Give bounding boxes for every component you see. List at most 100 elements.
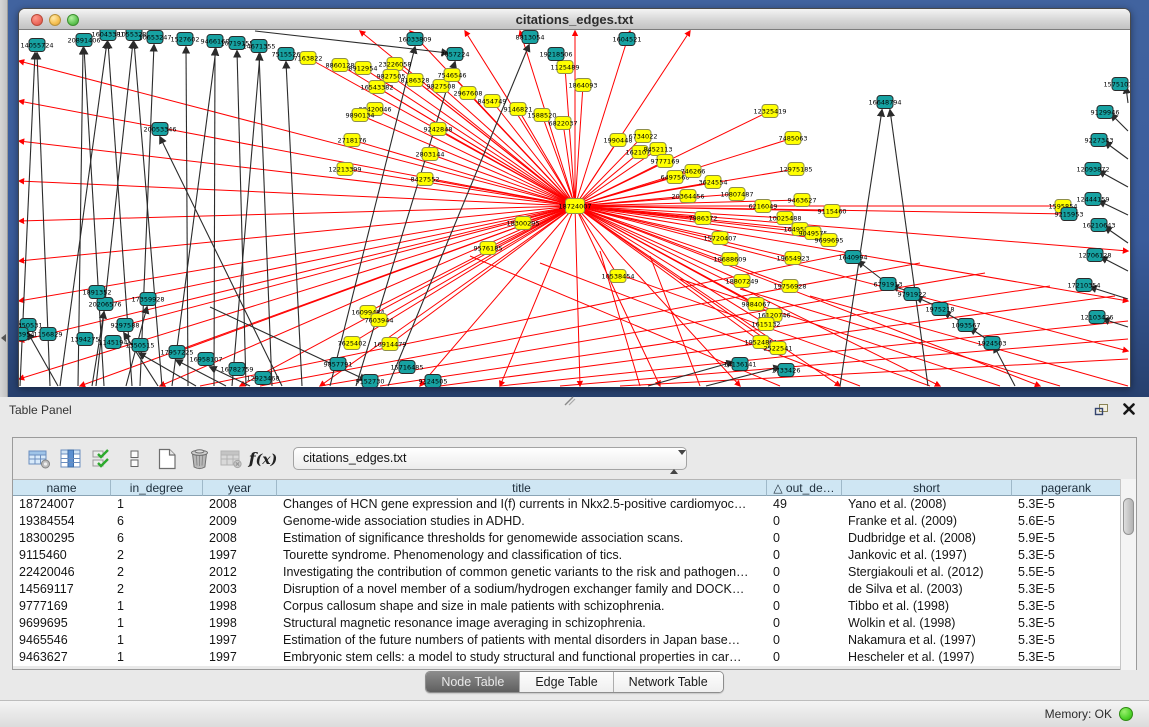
cell-out_de[interactable]: 0 bbox=[767, 564, 842, 581]
table-row[interactable]: 1456911722003Disruption of a novel membe… bbox=[13, 581, 1136, 598]
cell-title[interactable]: Investigating the contribution of common… bbox=[277, 564, 767, 581]
control-panel-collapsed-strip[interactable] bbox=[0, 0, 8, 397]
cell-short[interactable]: de Silva et al. (2003) bbox=[842, 581, 1012, 598]
scrollbar-thumb[interactable] bbox=[1123, 498, 1134, 535]
table-row[interactable]: 946554611997Estimation of the future num… bbox=[13, 632, 1136, 649]
cell-short[interactable]: Wolkin et al. (1998) bbox=[842, 615, 1012, 632]
cell-in_degree[interactable]: 1 bbox=[111, 615, 203, 632]
network-edge[interactable] bbox=[19, 141, 575, 206]
table-row[interactable]: 946362711997Embryonic stem cells: a mode… bbox=[13, 649, 1136, 666]
network-edge[interactable] bbox=[430, 154, 575, 206]
cell-name[interactable]: 9465546 bbox=[13, 632, 111, 649]
network-edge[interactable] bbox=[680, 279, 1000, 386]
table-mode-settings-button[interactable] bbox=[23, 444, 55, 474]
cell-pagerank[interactable]: 5.3E-5 bbox=[1012, 598, 1121, 615]
cell-name[interactable]: 19384554 bbox=[13, 513, 111, 530]
cell-name[interactable]: 9777169 bbox=[13, 598, 111, 615]
table-row[interactable]: 977716911998Corpus callosum shape and si… bbox=[13, 598, 1136, 615]
cell-title[interactable]: Genome-wide association studies in ADHD. bbox=[277, 513, 767, 530]
network-edge[interactable] bbox=[1105, 142, 1128, 159]
cell-in_degree[interactable]: 1 bbox=[111, 598, 203, 615]
tab-edge-table[interactable]: Edge Table bbox=[520, 672, 613, 692]
cell-out_de[interactable]: 0 bbox=[767, 530, 842, 547]
network-edge[interactable] bbox=[500, 321, 1128, 386]
cell-out_de[interactable]: 0 bbox=[767, 632, 842, 649]
cell-out_de[interactable]: 0 bbox=[767, 649, 842, 666]
cell-title[interactable]: Tourette syndrome. Phenomenology and cla… bbox=[277, 547, 767, 564]
network-edge[interactable] bbox=[391, 76, 575, 206]
network-edge[interactable] bbox=[105, 206, 575, 304]
network-edge[interactable] bbox=[232, 54, 260, 386]
cell-short[interactable]: Dudbridge et al. (2008) bbox=[842, 530, 1012, 547]
table-scrollbar[interactable] bbox=[1120, 479, 1136, 670]
cell-out_de[interactable]: 0 bbox=[767, 547, 842, 564]
cell-out_de[interactable]: 0 bbox=[767, 615, 842, 632]
function-builder-button[interactable]: f(x) bbox=[247, 444, 279, 474]
cell-in_degree[interactable]: 6 bbox=[111, 513, 203, 530]
network-edge[interactable] bbox=[575, 206, 793, 258]
network-edge[interactable] bbox=[575, 85, 583, 206]
cell-in_degree[interactable]: 6 bbox=[111, 530, 203, 547]
network-window-titlebar[interactable]: citations_edges.txt bbox=[19, 9, 1130, 30]
cell-year[interactable]: 2009 bbox=[203, 513, 277, 530]
cell-in_degree[interactable]: 2 bbox=[111, 564, 203, 581]
network-edge[interactable] bbox=[214, 49, 215, 386]
cell-in_degree[interactable]: 2 bbox=[111, 581, 203, 598]
network-edge[interactable] bbox=[575, 140, 618, 206]
cell-year[interactable]: 1997 bbox=[203, 547, 277, 564]
cell-short[interactable]: Franke et al. (2009) bbox=[842, 513, 1012, 530]
network-edge[interactable] bbox=[1105, 227, 1128, 243]
select-all-rows-button[interactable] bbox=[87, 444, 119, 474]
cell-year[interactable]: 1997 bbox=[203, 649, 277, 666]
network-edge[interactable] bbox=[237, 51, 246, 386]
tab-node-table[interactable]: Node Table bbox=[426, 672, 520, 692]
network-edge[interactable] bbox=[259, 54, 272, 386]
cell-name[interactable]: 9115460 bbox=[13, 547, 111, 564]
cell-pagerank[interactable]: 5.5E-5 bbox=[1012, 564, 1121, 581]
collapse-arrow-icon[interactable] bbox=[1, 334, 6, 342]
cell-name[interactable]: 9699695 bbox=[13, 615, 111, 632]
cell-title[interactable]: Estimation of significance thresholds fo… bbox=[277, 530, 767, 547]
cell-pagerank[interactable]: 5.3E-5 bbox=[1012, 632, 1121, 649]
cell-year[interactable]: 2003 bbox=[203, 581, 277, 598]
tab-network-table[interactable]: Network Table bbox=[614, 672, 723, 692]
cell-pagerank[interactable]: 5.3E-5 bbox=[1012, 615, 1121, 632]
cell-name[interactable]: 22420046 bbox=[13, 564, 111, 581]
cell-title[interactable]: Structural magnetic resonance image aver… bbox=[277, 615, 767, 632]
network-edge[interactable] bbox=[575, 206, 580, 386]
table-row[interactable]: 1830029562008Estimation of significance … bbox=[13, 530, 1136, 547]
network-edge[interactable] bbox=[368, 206, 575, 312]
cell-year[interactable]: 1997 bbox=[203, 632, 277, 649]
network-edge[interactable] bbox=[172, 49, 216, 386]
cell-short[interactable]: Tibbo et al. (1998) bbox=[842, 598, 1012, 615]
column-header-pagerank[interactable]: pagerank bbox=[1012, 480, 1121, 496]
cell-name[interactable]: 18724007 bbox=[13, 496, 111, 513]
table-row[interactable]: 969969511998Structural magnetic resonanc… bbox=[13, 615, 1136, 632]
close-panel-icon[interactable] bbox=[1123, 402, 1135, 418]
network-edge[interactable] bbox=[1111, 114, 1128, 131]
cell-in_degree[interactable]: 1 bbox=[111, 496, 203, 513]
table-row[interactable]: 911546021997Tourette syndrome. Phenomeno… bbox=[13, 547, 1136, 564]
network-edge[interactable] bbox=[390, 206, 575, 344]
cell-short[interactable]: Jankovic et al. (1997) bbox=[842, 547, 1012, 564]
column-header-title[interactable]: title bbox=[277, 480, 767, 496]
table-row[interactable]: 1938455462009Genome-wide association stu… bbox=[13, 513, 1136, 530]
table-row[interactable]: 1872400712008Changes of HCN gene express… bbox=[13, 496, 1136, 513]
show-columns-button[interactable] bbox=[55, 444, 87, 474]
cell-in_degree[interactable]: 1 bbox=[111, 632, 203, 649]
cell-out_de[interactable]: 0 bbox=[767, 513, 842, 530]
network-edge[interactable] bbox=[858, 261, 884, 281]
cell-title[interactable]: Estimation of the future numbers of pati… bbox=[277, 632, 767, 649]
cell-year[interactable]: 2012 bbox=[203, 564, 277, 581]
clear-selection-button[interactable] bbox=[119, 444, 151, 474]
network-edge[interactable] bbox=[575, 206, 1128, 251]
column-header-name[interactable]: name bbox=[13, 480, 111, 496]
cell-year[interactable]: 2008 bbox=[203, 530, 277, 547]
network-edge[interactable] bbox=[96, 42, 133, 386]
cell-pagerank[interactable]: 5.3E-5 bbox=[1012, 547, 1121, 564]
create-new-column-button[interactable] bbox=[151, 444, 183, 474]
column-header-out_de[interactable]: △ out_de… bbox=[767, 480, 842, 496]
network-edge[interactable] bbox=[260, 263, 920, 386]
network-edge[interactable] bbox=[286, 62, 302, 386]
cell-name[interactable]: 18300295 bbox=[13, 530, 111, 547]
